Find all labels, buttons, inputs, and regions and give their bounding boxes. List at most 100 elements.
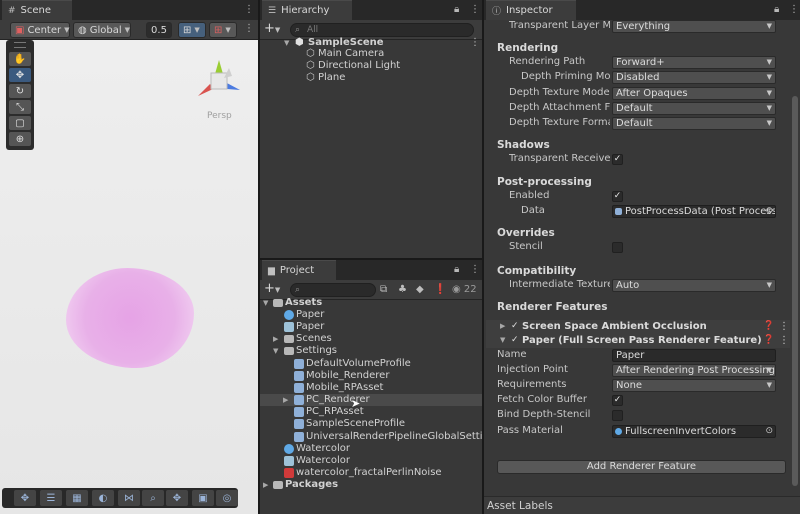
depth-texture-mode-dropdown[interactable]: After Opaques ▼ xyxy=(612,87,776,100)
shading-overlay-button[interactable]: ◐ xyxy=(92,490,114,506)
dropdown-value: After Opaques xyxy=(616,88,688,99)
search-overlay-button[interactable]: ⌕ xyxy=(142,490,164,506)
pass-material-value: FullscreenInvertColors xyxy=(625,426,737,437)
fetch-color-buffer-checkbox[interactable]: ✓ xyxy=(612,395,623,406)
project-asset-row[interactable]: Paper xyxy=(260,321,482,333)
move-icon: ✥ xyxy=(20,492,30,504)
more-menu-icon[interactable]: ⋮ xyxy=(470,264,480,275)
camera-overlay-button[interactable]: ▣ xyxy=(192,490,214,506)
project-asset-row[interactable]: watercolor_fractalPerlinNoise xyxy=(260,467,482,479)
grid-overlay-button[interactable]: ▦ xyxy=(66,490,88,506)
lock-icon[interactable]: 🔒︎ xyxy=(454,264,459,275)
tab-project[interactable]: ▆ Project xyxy=(262,260,336,280)
bind-depth-stencil-checkbox[interactable] xyxy=(612,410,623,421)
overrides-section-title: Overrides xyxy=(497,227,555,239)
tab-scene-label: Scene xyxy=(20,5,52,16)
project-asset-label: Paper xyxy=(296,321,325,333)
pass-material-row: Pass Material FullscreenInvertColors ⊙ xyxy=(0,424,790,439)
rendering-path-dropdown[interactable]: Forward+ ▼ xyxy=(612,56,776,69)
chevron-down-icon: ▼ xyxy=(766,281,772,289)
depth-priming-dropdown[interactable]: Disabled ▼ xyxy=(612,71,776,84)
project-asset-row[interactable]: ▶ Scenes xyxy=(260,333,482,345)
more-menu-icon[interactable]: ⋮ xyxy=(244,4,254,15)
fold-closed-icon[interactable]: ▶ xyxy=(500,322,505,330)
project-tabbar: ▆ Project 🔒︎ ⋮ xyxy=(260,260,482,280)
fold-open-icon[interactable]: ▼ xyxy=(500,336,505,344)
project-asset-label: watercolor_fractalPerlinNoise xyxy=(296,466,442,478)
add-renderer-feature-button[interactable]: Add Renderer Feature xyxy=(497,460,786,474)
more-menu-icon[interactable]: ⋮ xyxy=(789,4,799,15)
project-asset-row[interactable]: Watercolor xyxy=(260,455,482,467)
align-overlay-button[interactable]: ☰ xyxy=(40,490,62,506)
object-picker-icon[interactable]: ⊙ xyxy=(765,206,773,217)
pivot-overlay-button[interactable]: ✥ xyxy=(166,490,188,506)
bind-depth-stencil-label: Bind Depth-Stencil xyxy=(497,409,591,420)
asset-labels-bar[interactable]: Asset Labels xyxy=(484,496,800,514)
folder-icon xyxy=(284,335,294,344)
material-icon xyxy=(615,428,622,435)
rendering-section-title: Rendering xyxy=(497,42,559,54)
depth-texture-format-label: Depth Texture Format xyxy=(509,117,610,128)
more-menu-icon[interactable]: ⋮ xyxy=(470,4,480,15)
lock-icon[interactable]: 🔒︎ xyxy=(454,4,459,15)
injection-point-dropdown[interactable]: After Rendering Post Processing ▼ xyxy=(612,364,776,377)
fetch-color-buffer-row: Fetch Color Buffer ✓ xyxy=(0,393,790,408)
tab-scene[interactable]: # Scene xyxy=(2,0,72,20)
feature-more-icon[interactable]: ⋮ xyxy=(779,335,789,346)
requirements-dropdown[interactable]: None ▼ xyxy=(612,379,776,392)
feature-more-icon[interactable]: ⋮ xyxy=(779,321,789,332)
rendering-path-label: Rendering Path xyxy=(509,56,586,67)
help-icon[interactable]: ❓ xyxy=(763,335,774,345)
chevron-down-icon: ▼ xyxy=(766,104,772,112)
inspector-tabbar: ⓘ Inspector 🔒︎ ⋮ xyxy=(484,0,800,20)
tab-inspector-label: Inspector xyxy=(506,5,553,16)
move-overlay-button[interactable]: ✥ xyxy=(14,490,36,506)
paper-enabled-check[interactable]: ✓ xyxy=(511,335,519,345)
paper-feature-header[interactable]: ▼ ✓ Paper (Full Screen Pass Renderer Fea… xyxy=(486,334,790,348)
project-asset-row[interactable]: Watercolor xyxy=(260,443,482,455)
project-asset-row[interactable]: Paper xyxy=(260,309,482,321)
chevron-down-icon: ▼ xyxy=(766,366,772,374)
dropdown-value: Auto xyxy=(616,280,640,291)
assets-folder-row[interactable]: ▼ Assets xyxy=(260,297,482,309)
transparent-receive-shadows-row: Transparent Receive Shadows ✓ xyxy=(0,152,790,167)
compass-overlay-button[interactable]: ◎ xyxy=(216,490,238,506)
requirements-label: Requirements xyxy=(497,379,567,390)
dropdown-value: Everything xyxy=(616,21,671,32)
compatibility-section-title: Compatibility xyxy=(497,265,577,277)
intermediate-texture-dropdown[interactable]: Auto ▼ xyxy=(612,279,776,292)
pass-material-object-field[interactable]: FullscreenInvertColors ⊙ xyxy=(612,425,776,438)
ssao-feature-header[interactable]: ▶ ✓ Screen Space Ambient Occlusion ❓ ⋮ xyxy=(486,320,790,334)
feature-name-value: Paper xyxy=(616,350,645,361)
depth-attachment-dropdown[interactable]: Default ▼ xyxy=(612,102,776,115)
asset-labels-title: Asset Labels xyxy=(487,500,553,512)
transform-tool-button[interactable]: ⊕ xyxy=(9,132,31,146)
texture-icon xyxy=(284,467,294,478)
injection-point-label: Injection Point xyxy=(497,364,568,375)
chevron-down-icon: ▼ xyxy=(766,22,772,30)
intermediate-texture-row: Intermediate Texture Auto ▼ xyxy=(0,278,790,293)
tab-hierarchy[interactable]: ☰ Hierarchy xyxy=(262,0,352,20)
injection-point-row: Injection Point After Rendering Post Pro… xyxy=(0,363,790,378)
fold-closed-icon[interactable]: ▶ xyxy=(273,333,278,345)
object-picker-icon[interactable]: ⊙ xyxy=(765,426,773,437)
ssao-enabled-check[interactable]: ✓ xyxy=(511,321,519,331)
depth-texture-format-dropdown[interactable]: Default ▼ xyxy=(612,117,776,130)
stencil-checkbox[interactable] xyxy=(612,242,623,253)
transparent-receive-shadows-checkbox[interactable]: ✓ xyxy=(612,154,623,165)
compass-icon: ◎ xyxy=(222,492,232,504)
packages-folder-row[interactable]: ▶ Packages xyxy=(260,479,482,491)
palette-handle[interactable] xyxy=(14,42,26,48)
snap-overlay-button[interactable]: ⋈ xyxy=(118,490,140,506)
feature-name-input[interactable]: Paper xyxy=(612,349,776,362)
inspector-scrollbar[interactable] xyxy=(792,96,798,486)
tab-inspector[interactable]: ⓘ Inspector xyxy=(486,0,576,20)
packages-label: Packages xyxy=(285,479,339,490)
post-enabled-checkbox[interactable]: ✓ xyxy=(612,191,623,202)
tab-hierarchy-label: Hierarchy xyxy=(281,5,330,16)
transparent-layer-mask-dropdown[interactable]: Everything ▼ xyxy=(612,20,776,33)
post-data-object-field[interactable]: PostProcessData (Post Process Data) ⊙ xyxy=(612,205,776,218)
help-icon[interactable]: ❓ xyxy=(763,321,774,331)
lock-icon[interactable]: 🔒︎ xyxy=(774,4,779,15)
dropdown-value: After Rendering Post Processing xyxy=(616,365,775,376)
